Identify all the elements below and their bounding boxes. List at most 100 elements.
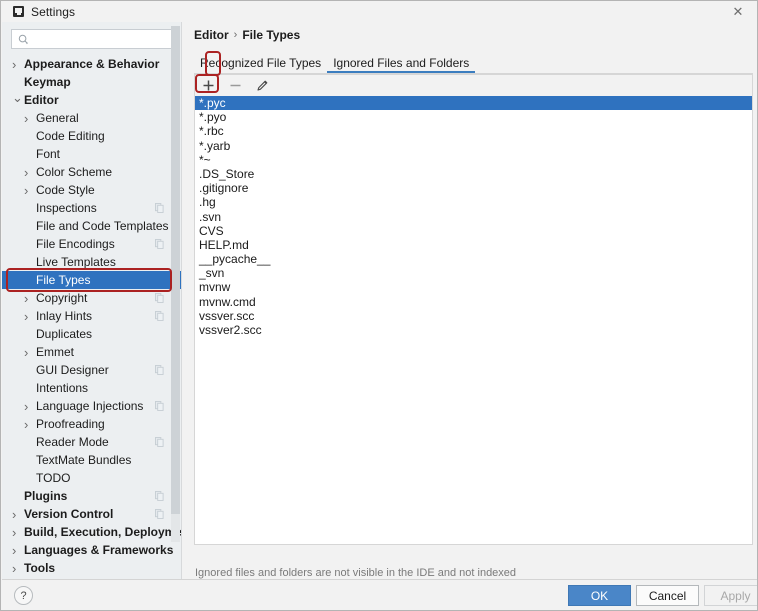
main-panel: Editor › File Types Recognized File Type… <box>182 22 757 579</box>
sidebar-item-file-encodings[interactable]: File Encodings <box>2 235 182 253</box>
sidebar-item-label: Emmet <box>36 345 75 359</box>
list-item[interactable]: *~ <box>195 153 752 167</box>
chevron-right-icon[interactable]: › <box>12 544 24 557</box>
sidebar-item-label: Intentions <box>36 381 89 395</box>
tab-bar: Recognized File Types Ignored Files and F… <box>194 52 476 73</box>
sidebar-item-code-editing[interactable]: Code Editing <box>2 127 182 145</box>
chevron-down-icon[interactable]: ⌄ <box>12 91 24 104</box>
list-item[interactable]: __pycache__ <box>195 252 752 266</box>
search-field[interactable] <box>11 29 174 49</box>
tab-recognized-file-types[interactable]: Recognized File Types <box>194 52 327 73</box>
add-button[interactable] <box>200 78 216 94</box>
search-icon <box>18 34 29 45</box>
project-scope-icon <box>155 491 164 501</box>
list-item[interactable]: *.pyc <box>195 96 752 111</box>
sidebar-item-gui-designer[interactable]: GUI Designer <box>2 361 182 379</box>
chevron-right-icon[interactable]: › <box>24 166 36 179</box>
settings-app-icon <box>13 6 24 17</box>
sidebar-item-color-scheme[interactable]: › Color Scheme <box>2 163 182 181</box>
close-icon[interactable]: ✕ <box>721 1 755 22</box>
sidebar-item-live-templates[interactable]: Live Templates <box>2 253 182 271</box>
sidebar-item-font[interactable]: Font <box>2 145 182 163</box>
sidebar-item-tools[interactable]: › Tools <box>2 559 182 577</box>
sidebar-item-intentions[interactable]: Intentions <box>2 379 182 397</box>
sidebar-item-plugins[interactable]: Plugins <box>2 487 182 505</box>
sidebar-item-language-injections[interactable]: › Language Injections <box>2 397 182 415</box>
sidebar-item-label: Plugins <box>24 489 68 503</box>
sidebar-item-label: TODO <box>36 471 71 485</box>
project-scope-icon <box>155 203 164 213</box>
chevron-right-icon[interactable]: › <box>12 526 24 539</box>
list-item[interactable]: _svn <box>195 266 752 280</box>
list-item[interactable]: .DS_Store <box>195 167 752 181</box>
list-item[interactable]: .svn <box>195 210 752 224</box>
ignored-files-list[interactable]: *.pyc *.pyo *.rbc *.yarb *~ .DS_Store .gitigno… <box>195 96 752 544</box>
ok-button[interactable]: OK <box>568 585 631 606</box>
list-item[interactable]: mvnw.cmd <box>195 295 752 309</box>
chevron-right-icon[interactable]: › <box>24 400 36 413</box>
list-item[interactable]: *.rbc <box>195 124 752 138</box>
breadcrumb-root[interactable]: Editor <box>194 28 229 42</box>
sidebar-item-reader-mode[interactable]: Reader Mode <box>2 433 182 451</box>
list-item[interactable]: vssver.scc <box>195 309 752 323</box>
sidebar-item-general[interactable]: › General <box>2 109 182 127</box>
chevron-right-icon[interactable]: › <box>24 346 36 359</box>
sidebar-item-todo[interactable]: TODO <box>2 469 182 487</box>
list-item[interactable]: CVS <box>195 224 752 238</box>
tab-ignored-files-and-folders[interactable]: Ignored Files and Folders <box>327 52 476 73</box>
sidebar-item-version-control[interactable]: › Version Control <box>2 505 182 523</box>
help-icon[interactable]: ? <box>14 586 33 605</box>
list-item[interactable]: vssver2.scc <box>195 323 752 337</box>
chevron-right-icon[interactable]: › <box>24 418 36 431</box>
sidebar-item-label: File and Code Templates <box>36 219 169 233</box>
tab-label: Ignored Files and Folders <box>333 55 470 70</box>
chevron-right-icon[interactable]: › <box>12 508 24 521</box>
sidebar-scrollbar-thumb[interactable] <box>171 26 180 514</box>
sidebar-item-build-execution-deployment[interactable]: › Build, Execution, Deployment <box>2 523 182 541</box>
sidebar-item-textmate-bundles[interactable]: TextMate Bundles <box>2 451 182 469</box>
sidebar-item-editor[interactable]: ⌄ Editor <box>2 91 182 109</box>
dialog-footer: ? OK Cancel Apply <box>2 579 757 610</box>
list-item[interactable]: *.pyo <box>195 110 752 124</box>
list-item[interactable]: .hg <box>195 195 752 209</box>
sidebar-item-label: Code Style <box>36 183 95 197</box>
chevron-right-icon[interactable]: › <box>12 562 24 575</box>
sidebar-item-keymap[interactable]: Keymap <box>2 73 182 91</box>
sidebar-item-proofreading[interactable]: › Proofreading <box>2 415 182 433</box>
list-item[interactable]: *.yarb <box>195 139 752 153</box>
sidebar-item-label: General <box>36 111 79 125</box>
sidebar-item-inspections[interactable]: Inspections <box>2 199 182 217</box>
ignored-files-panel: *.pyc *.pyo *.rbc *.yarb *~ .DS_Store .gitigno… <box>194 74 753 545</box>
chevron-right-icon[interactable]: › <box>24 310 36 323</box>
title-bar: Settings ✕ <box>1 1 757 22</box>
edit-button[interactable] <box>254 78 270 94</box>
chevron-right-icon[interactable]: › <box>24 112 36 125</box>
breadcrumb: Editor › File Types <box>194 28 300 42</box>
sidebar-item-copyright[interactable]: › Copyright <box>2 289 182 307</box>
chevron-right-icon[interactable]: › <box>24 184 36 197</box>
list-item[interactable]: mvnw <box>195 280 752 294</box>
settings-sidebar: › Appearance & Behavior Keymap ⌄ Editor › Gene… <box>2 22 182 579</box>
cancel-button[interactable]: Cancel <box>636 585 699 606</box>
project-scope-icon <box>155 365 164 375</box>
sidebar-item-languages-frameworks[interactable]: › Languages & Frameworks <box>2 541 182 559</box>
chevron-right-icon[interactable]: › <box>12 58 24 71</box>
sidebar-item-file-and-code-templates[interactable]: File and Code Templates <box>2 217 182 235</box>
sidebar-item-emmet[interactable]: › Emmet <box>2 343 182 361</box>
search-input[interactable] <box>34 30 170 48</box>
sidebar-item-appearance-behavior[interactable]: › Appearance & Behavior <box>2 55 182 73</box>
list-item[interactable]: HELP.md <box>195 238 752 252</box>
sidebar-item-label: Build, Execution, Deployment <box>24 525 182 539</box>
tab-label: Recognized File Types <box>200 55 322 70</box>
list-item[interactable]: .gitignore <box>195 181 752 195</box>
sidebar-item-duplicates[interactable]: Duplicates <box>2 325 182 343</box>
chevron-right-icon[interactable]: › <box>24 292 36 305</box>
apply-button[interactable]: Apply <box>704 585 757 606</box>
sidebar-item-file-types[interactable]: File Types <box>2 271 182 289</box>
sidebar-item-inlay-hints[interactable]: › Inlay Hints <box>2 307 182 325</box>
sidebar-item-label: GUI Designer <box>36 363 109 377</box>
sidebar-item-code-style[interactable]: › Code Style <box>2 181 182 199</box>
minus-icon <box>230 84 240 87</box>
project-scope-icon <box>155 311 164 321</box>
list-toolbar <box>195 75 752 96</box>
